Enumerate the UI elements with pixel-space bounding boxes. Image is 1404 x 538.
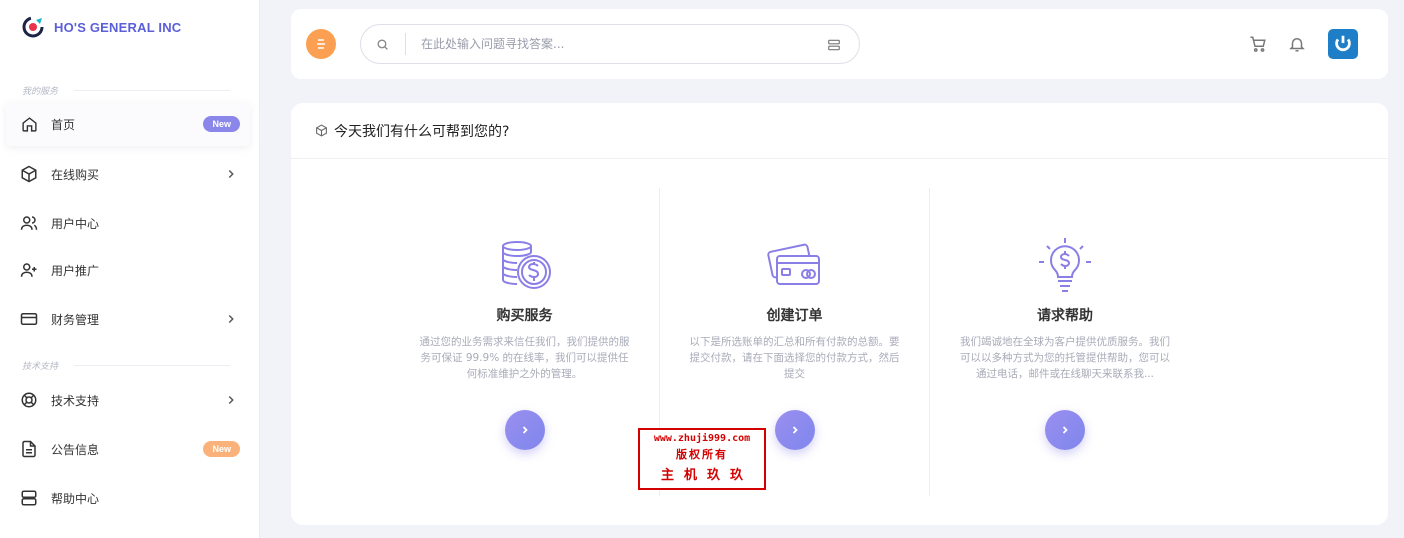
column-description: 通过您的业务需求来信任我们，我们提供的服务可保证 99.9% 的在线率，我们可以…: [419, 336, 630, 380]
card-header: 今天我们有什么可帮到您的?: [291, 103, 1388, 159]
top-bar: [291, 9, 1388, 79]
column-request-help: 请求帮助 我们竭诚地在全球为客户提供优质服务。我们可以以多种方式为您的托管提供帮…: [930, 188, 1200, 496]
card-title: 今天我们有什么可帮到您的?: [334, 123, 510, 140]
sidebar-item-label: 公告信息: [51, 442, 100, 457]
help-card: 今天我们有什么可帮到您的? 购买服务 通过您的业务需求来信任我们，我们提供的服务…: [291, 103, 1388, 525]
menu-toggle-button[interactable]: [306, 29, 336, 59]
column-description: 以下是所选账单的汇总和所有付款的总额。要提交付款，请在下面选择您的付款方式，然后…: [689, 336, 900, 380]
home-icon: [20, 115, 38, 133]
section-label-support: 技术支持: [22, 359, 230, 372]
chevron-right-icon: [522, 426, 528, 434]
lightbulb-dollar-icon: [1039, 238, 1091, 292]
sidebar-item-label: 在线购买: [51, 167, 100, 182]
users-icon: [20, 214, 38, 232]
coins-dollar-icon: [501, 241, 551, 289]
watermark-copyright: 版权所有: [676, 448, 728, 461]
section-label-services-text: 我的服务: [22, 87, 59, 97]
new-badge: New: [203, 441, 240, 457]
sidebar-item-label: 帮助中心: [51, 491, 100, 506]
search-input[interactable]: [421, 34, 811, 54]
chevron-right-icon: [1062, 426, 1068, 434]
menu-icon: [317, 39, 325, 49]
search-icon: [377, 39, 388, 50]
box-icon: [316, 124, 327, 137]
section-label-services: 我的服务: [22, 84, 230, 97]
new-badge: New: [203, 116, 240, 132]
file-text-icon: [20, 440, 38, 458]
watermark-url: www.zhuji999.com: [653, 433, 751, 444]
column-buy-service: 购买服务 通过您的业务需求来信任我们，我们提供的服务可保证 99.9% 的在线率…: [390, 188, 660, 496]
sidebar-item-label: 财务管理: [51, 312, 100, 327]
column-description: 我们竭诚地在全球为客户提供优质服务。我们可以以多种方式为您的托管提供帮助，您可以…: [960, 336, 1170, 380]
search-bar: [360, 24, 860, 64]
brand-name: HO'S GENERAL INC: [54, 19, 182, 35]
sidebar-item-home[interactable]: 首页 New: [6, 102, 250, 146]
server-filter-icon[interactable]: [827, 38, 841, 52]
sidebar-item-user-center[interactable]: 用户中心: [6, 201, 250, 245]
sidebar-item-label: 首页: [51, 117, 76, 132]
credit-cards-icon: [766, 243, 820, 285]
lifebuoy-icon: [20, 391, 38, 409]
buy-service-go-button[interactable]: [504, 410, 545, 450]
chevron-right-icon: [228, 169, 234, 179]
sidebar: HO'S GENERAL INC 我的服务 首页 New 在线购买 用户中心 用…: [0, 0, 260, 538]
sidebar-item-label: 用户推广: [51, 263, 100, 278]
bell-icon[interactable]: [1288, 35, 1306, 53]
sidebar-item-user-promotion[interactable]: 用户推广: [6, 248, 250, 292]
watermark-stamp: www.zhuji999.com 版权所有 主机玖玖: [638, 428, 766, 490]
column-title: 创建订单: [766, 308, 823, 324]
sidebar-item-announcements[interactable]: 公告信息 New: [6, 427, 250, 471]
avatar-power-button[interactable]: [1328, 29, 1358, 59]
server-icon: [20, 489, 38, 507]
power-icon: [1335, 35, 1351, 52]
sidebar-item-tech-support[interactable]: 技术支持: [6, 378, 250, 422]
watermark-site-name: 主机玖玖: [660, 468, 753, 483]
cart-icon[interactable]: [1249, 35, 1267, 53]
sidebar-item-buy-online[interactable]: 在线购买: [6, 152, 250, 196]
credit-card-icon: [20, 310, 38, 328]
user-plus-icon: [20, 261, 38, 279]
column-title: 请求帮助: [1037, 308, 1093, 324]
sidebar-item-finance[interactable]: 财务管理: [6, 297, 250, 341]
sidebar-item-label: 用户中心: [51, 216, 100, 231]
column-title: 购买服务: [496, 308, 553, 324]
box-icon: [20, 165, 38, 183]
chevron-right-icon: [228, 395, 234, 405]
chevron-right-icon: [228, 314, 234, 324]
brand[interactable]: HO'S GENERAL INC: [22, 16, 181, 38]
request-help-go-button[interactable]: [1045, 410, 1085, 450]
section-label-support-text: 技术支持: [22, 362, 59, 372]
brand-logo-icon: [22, 16, 44, 38]
sidebar-item-label: 技术支持: [51, 393, 100, 408]
create-order-go-button[interactable]: [774, 410, 815, 450]
chevron-right-icon: [792, 426, 798, 434]
sidebar-item-help-center[interactable]: 帮助中心: [6, 476, 250, 520]
